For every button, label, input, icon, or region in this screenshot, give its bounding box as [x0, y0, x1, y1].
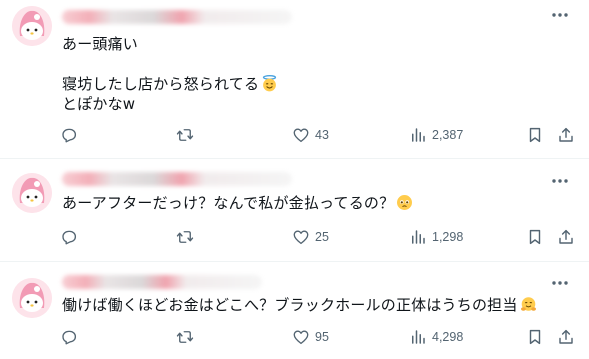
avatar[interactable]	[12, 6, 52, 46]
post-text-body: あーアフターだっけ？なんで私が金払ってるの？	[62, 194, 395, 212]
share-icon	[559, 127, 573, 142]
repost-button[interactable]	[176, 225, 199, 249]
more-icon	[552, 281, 568, 285]
like-button[interactable]: 25	[292, 225, 329, 249]
reply-icon	[62, 128, 77, 143]
reply-button[interactable]	[60, 225, 83, 249]
halo-emoji	[261, 75, 278, 92]
timeline-feed: あー頭痛い 寝坊したし店から怒られてる とぽかなw 43 2,387 あーアフタ…	[0, 0, 589, 359]
like-button[interactable]: 95	[292, 325, 329, 349]
share-button[interactable]	[557, 225, 575, 249]
post-actions: 25 1,298	[52, 225, 582, 249]
post-text: あーアフターだっけ？なんで私が金払ってるの？	[62, 193, 559, 213]
bookmark-button[interactable]	[526, 225, 544, 249]
reply-icon	[62, 330, 77, 345]
heart-icon	[293, 230, 309, 245]
post[interactable]: あー頭痛い 寝坊したし店から怒られてる とぽかなw 43 2,387	[0, 0, 589, 159]
post-actions: 43 2,387	[52, 123, 582, 147]
repost-icon	[176, 331, 194, 343]
heart-icon	[293, 330, 309, 345]
author-name-redacted[interactable]	[62, 172, 292, 186]
more-icon	[552, 179, 568, 183]
author-name-redacted[interactable]	[62, 10, 292, 24]
hugging-emoji	[520, 296, 537, 313]
bookmark-icon	[529, 127, 541, 143]
post[interactable]: 働けば働くほどお金はどこへ？ブラックホールの正体はうちの担当 95 4,298	[0, 262, 589, 359]
pleading-emoji	[396, 194, 413, 211]
repost-button[interactable]	[176, 325, 199, 349]
post-actions: 95 4,298	[52, 325, 582, 349]
reply-icon	[62, 230, 77, 245]
views-button[interactable]: 1,298	[409, 225, 463, 249]
views-icon	[412, 230, 425, 244]
like-count: 95	[315, 330, 329, 344]
post-text-body: 働けば働くほどお金はどこへ？ブラックホールの正体はうちの担当	[62, 296, 518, 314]
bookmark-icon	[529, 229, 541, 245]
heart-icon	[293, 128, 309, 143]
repost-icon	[176, 231, 194, 243]
post[interactable]: あーアフターだっけ？なんで私が金払ってるの？ 25 1,298	[0, 159, 589, 262]
views-count: 1,298	[432, 230, 464, 244]
share-icon	[559, 329, 573, 344]
more-button[interactable]	[549, 274, 571, 292]
views-button[interactable]: 2,387	[409, 123, 463, 147]
views-count: 2,387	[432, 128, 464, 142]
post-text-body: あー頭痛い 寝坊したし店から怒られてる	[62, 35, 260, 93]
post-text-line: とぽかなw	[62, 95, 136, 113]
reply-button[interactable]	[60, 123, 83, 147]
reply-button[interactable]	[60, 325, 83, 349]
repost-button[interactable]	[176, 123, 199, 147]
bookmark-icon	[529, 329, 541, 345]
avatar[interactable]	[12, 173, 52, 213]
bookmark-button[interactable]	[526, 123, 544, 147]
views-icon	[412, 128, 425, 142]
share-icon	[559, 229, 573, 244]
views-icon	[412, 330, 425, 344]
post-text: あー頭痛い 寝坊したし店から怒られてる とぽかなw	[62, 34, 559, 114]
more-button[interactable]	[549, 6, 571, 24]
share-button[interactable]	[557, 123, 575, 147]
share-button[interactable]	[557, 325, 575, 349]
more-icon	[552, 13, 568, 17]
author-name-redacted[interactable]	[62, 275, 262, 289]
repost-icon	[176, 129, 194, 141]
more-button[interactable]	[549, 172, 571, 190]
like-count: 43	[315, 128, 329, 142]
like-count: 25	[315, 230, 329, 244]
post-text: 働けば働くほどお金はどこへ？ブラックホールの正体はうちの担当	[62, 295, 559, 315]
bookmark-button[interactable]	[526, 325, 544, 349]
like-button[interactable]: 43	[292, 123, 329, 147]
avatar[interactable]	[12, 278, 52, 318]
views-button[interactable]: 4,298	[409, 325, 463, 349]
views-count: 4,298	[432, 330, 464, 344]
